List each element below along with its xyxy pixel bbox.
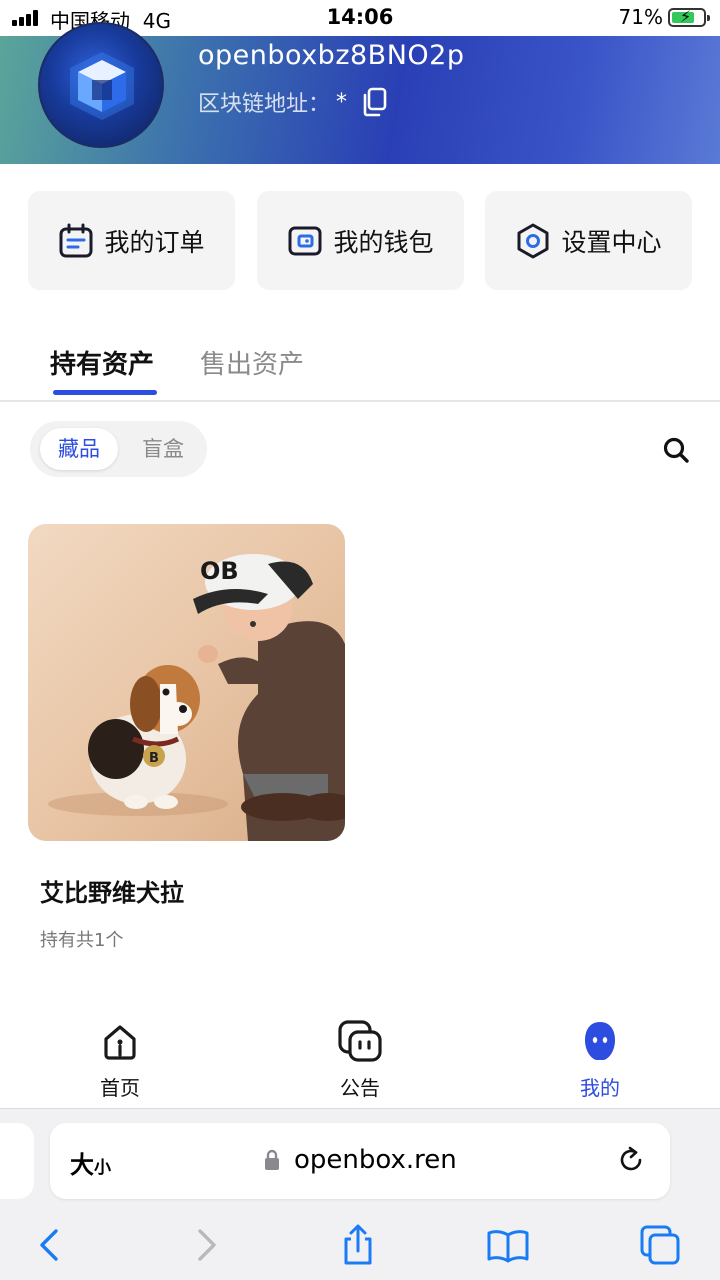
- my-wallet-label: 我的钱包: [333, 227, 434, 257]
- lock-icon: [265, 1149, 279, 1170]
- tabs-icon[interactable]: [638, 1223, 682, 1267]
- tab-held-assets[interactable]: 持有资产: [50, 344, 154, 381]
- search-icon[interactable]: [662, 436, 690, 464]
- reload-icon[interactable]: [616, 1145, 646, 1175]
- forward-icon[interactable]: [184, 1223, 228, 1267]
- segment-blind-boxes[interactable]: 盲盒: [124, 428, 202, 470]
- home-icon: [104, 1025, 136, 1060]
- settings-icon: [517, 223, 549, 258]
- address-bar[interactable]: 大小 openbox.ren: [50, 1123, 670, 1199]
- profile-banner: openboxbz8BNO2p 区块链地址： *: [0, 22, 720, 164]
- my-orders-button[interactable]: 我的订单: [28, 191, 235, 290]
- bookmarks-icon[interactable]: [486, 1223, 530, 1267]
- username: openboxbz8BNO2p: [198, 40, 465, 71]
- browser-toolbar: 大小 openbox.ren: [0, 1108, 720, 1280]
- address-row: 区块链地址： *: [198, 86, 387, 118]
- text-size-button[interactable]: 大小: [70, 1145, 111, 1180]
- address-value: *: [336, 89, 348, 115]
- nav-home[interactable]: 首页: [60, 1020, 180, 1100]
- nav-announcements-label: 公告: [340, 1076, 380, 1100]
- previous-tab-stub[interactable]: [0, 1123, 34, 1199]
- copy-icon[interactable]: [361, 87, 387, 117]
- settings-center-label: 设置中心: [561, 227, 662, 257]
- wallet-icon: [288, 226, 322, 255]
- tab-sold-assets[interactable]: 售出资产: [200, 344, 304, 381]
- back-icon[interactable]: [28, 1223, 72, 1267]
- collectible-title[interactable]: 艾比野维犬拉: [40, 873, 184, 908]
- nav-announcements[interactable]: 公告: [300, 1020, 420, 1100]
- share-icon[interactable]: [336, 1223, 380, 1267]
- collectible-image[interactable]: OB B: [28, 524, 345, 841]
- battery-icon: ⚡: [668, 7, 710, 27]
- nav-mine[interactable]: 我的: [540, 1020, 660, 1100]
- nav-mine-label: 我的: [580, 1076, 620, 1100]
- url-text: openbox.ren: [294, 1145, 457, 1175]
- asset-type-toggle: 藏品 盲盒: [30, 421, 207, 477]
- divider: [0, 400, 720, 402]
- order-icon: [59, 223, 93, 257]
- my-orders-label: 我的订单: [104, 227, 205, 257]
- collectible-count: 持有共1个: [40, 930, 124, 951]
- segment-collectibles[interactable]: 藏品: [40, 428, 118, 470]
- cube-logo-icon: [70, 52, 134, 120]
- avatar[interactable]: [38, 22, 164, 148]
- my-wallet-button[interactable]: 我的钱包: [257, 191, 464, 290]
- cap-text: OB: [200, 557, 239, 585]
- battery-percent: 71%: [618, 5, 663, 29]
- active-tab-indicator: [53, 390, 157, 395]
- announcement-icon: [338, 1020, 382, 1062]
- dog-tag-text: B: [149, 751, 159, 766]
- nav-home-label: 首页: [100, 1076, 140, 1100]
- settings-center-button[interactable]: 设置中心: [485, 191, 692, 290]
- address-label: 区块链地址：: [198, 92, 331, 117]
- profile-icon: [585, 1022, 615, 1060]
